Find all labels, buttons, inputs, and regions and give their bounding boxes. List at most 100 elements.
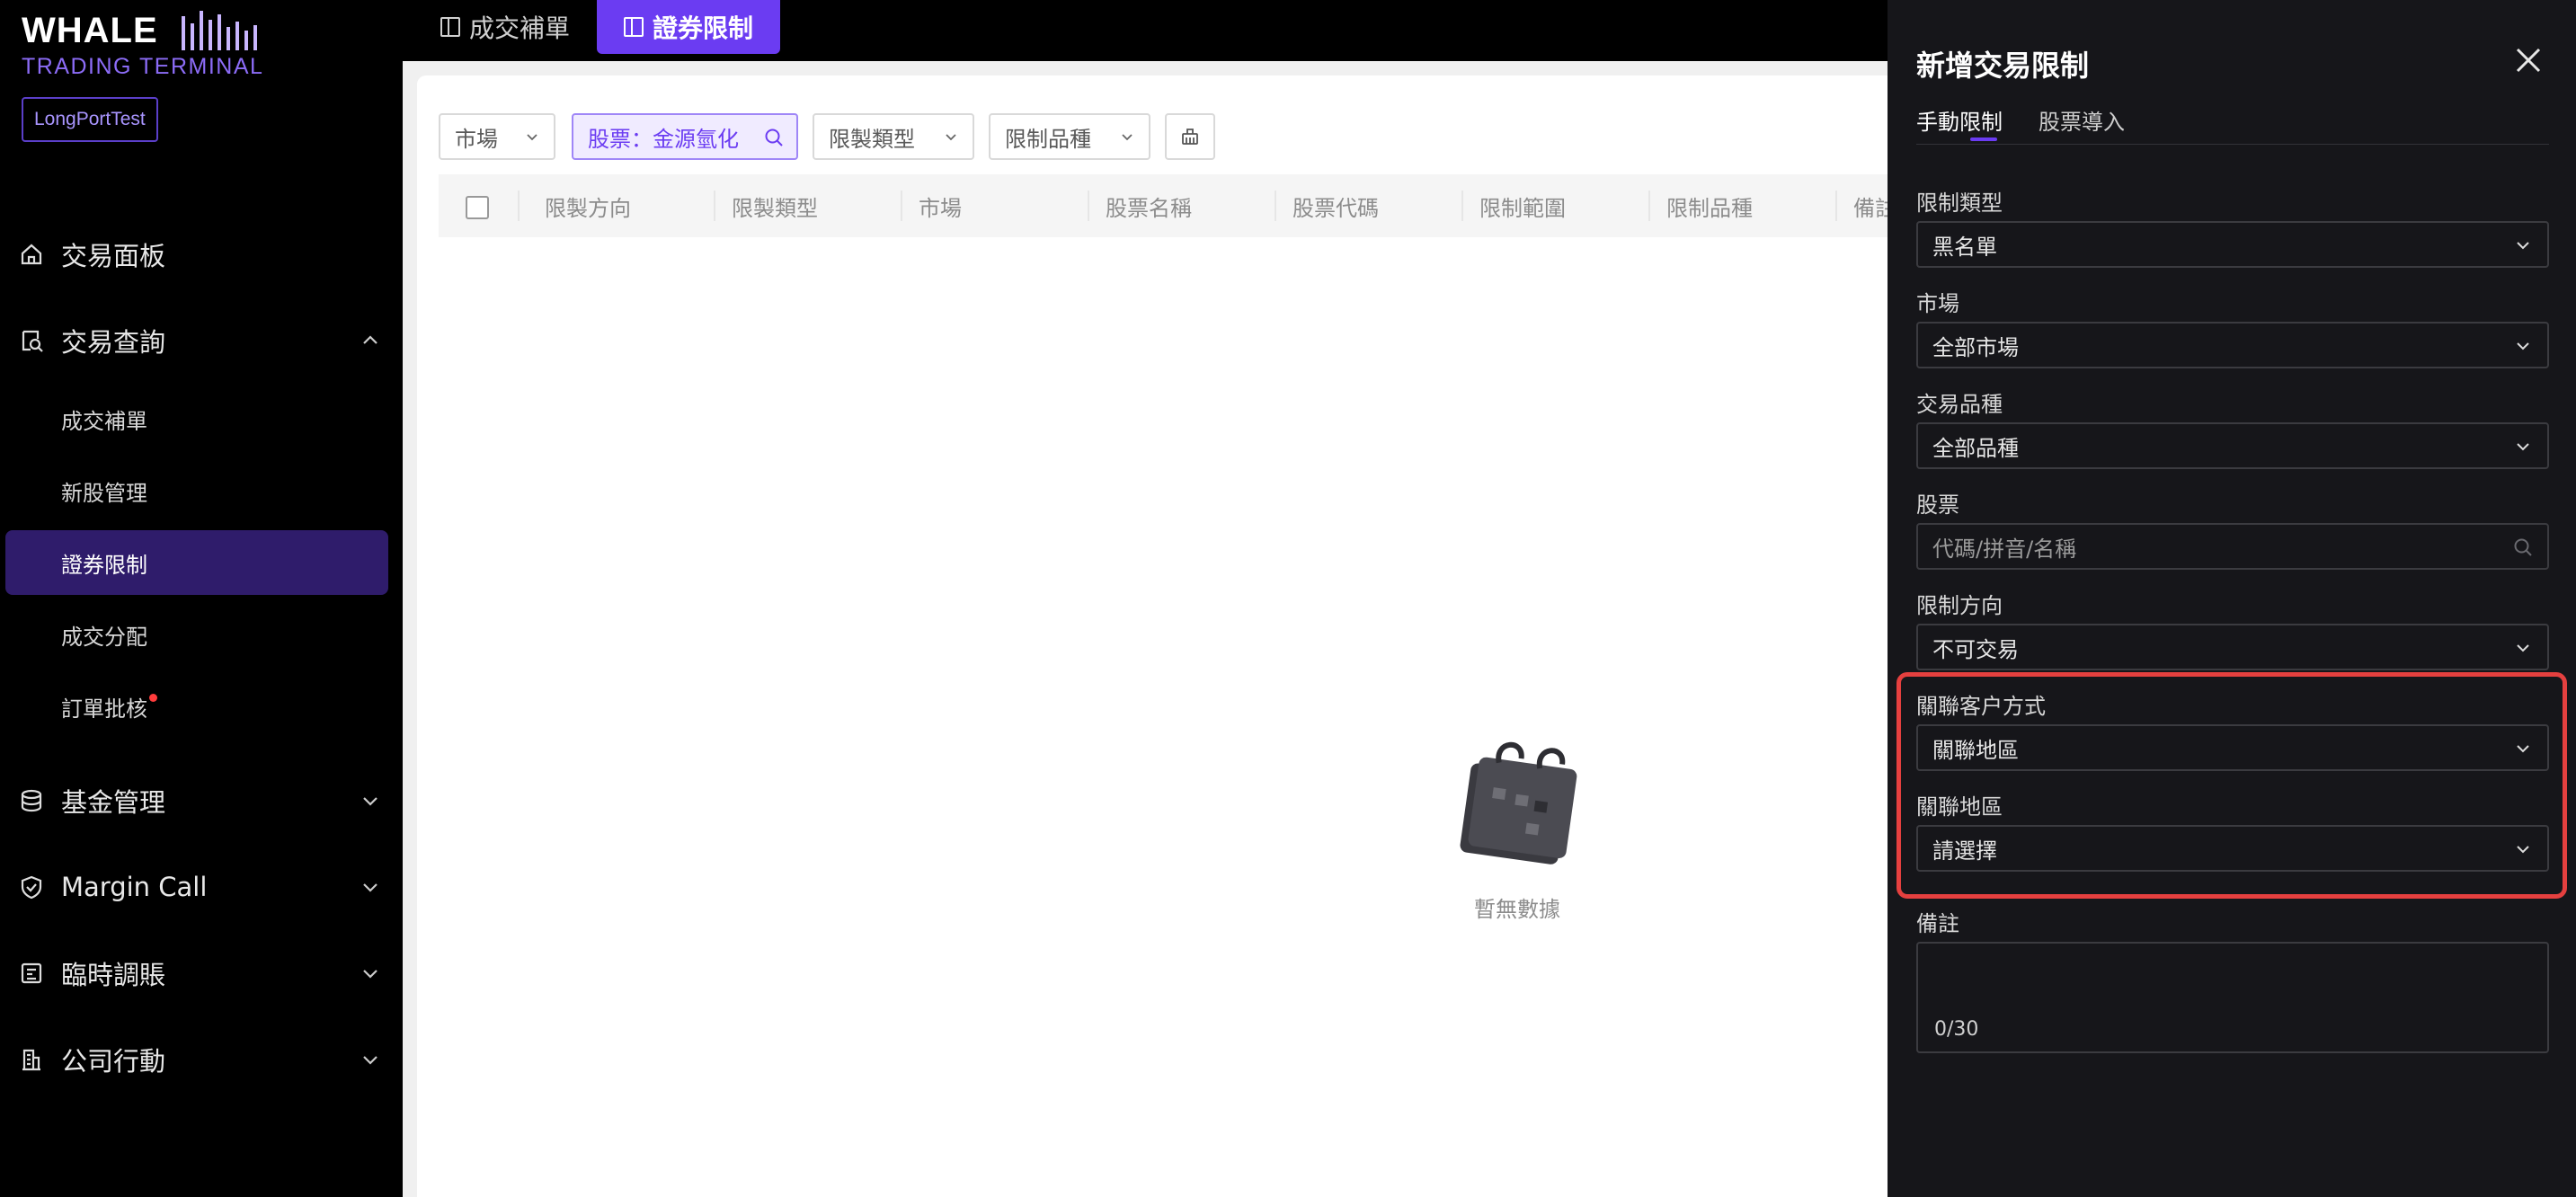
active-tab-indicator bbox=[1970, 137, 1997, 141]
market-label: 市場 bbox=[1916, 291, 1959, 316]
tab-page-icon bbox=[440, 17, 460, 37]
restrict-type-select[interactable]: 黑名單 bbox=[1916, 221, 2549, 268]
remark-textarea[interactable]: 0/30 bbox=[1916, 942, 2549, 1053]
market-filter-label: 市場 bbox=[455, 126, 498, 152]
sidebar-item-corporate-action[interactable]: 公司行動 bbox=[0, 1028, 395, 1091]
database-icon bbox=[18, 787, 45, 814]
chevron-down-icon bbox=[2517, 745, 2529, 753]
direction-select[interactable]: 不可交易 bbox=[1916, 624, 2549, 670]
notification-dot bbox=[149, 694, 157, 702]
chevron-down-icon bbox=[1122, 134, 1133, 141]
column-header[interactable]: 限制範圍 bbox=[1479, 174, 1566, 237]
chevron-down-icon bbox=[363, 970, 378, 979]
column-divider bbox=[901, 191, 902, 221]
restrict-type-filter[interactable]: 限製類型 bbox=[813, 113, 974, 160]
chevron-up-icon bbox=[363, 335, 378, 344]
tab-fill-order[interactable]: 成交補單 bbox=[440, 0, 570, 54]
sidebar-subitem-fill-order[interactable]: 成交補單 bbox=[5, 386, 388, 451]
restrict-product-filter[interactable]: 限制品種 bbox=[989, 113, 1150, 160]
close-icon[interactable] bbox=[2513, 45, 2544, 75]
sidebar-item-fund-management[interactable]: 基金管理 bbox=[0, 769, 395, 832]
column-header[interactable]: 股票代碼 bbox=[1292, 174, 1379, 237]
tab-manual-restriction[interactable]: 手動限制 bbox=[1916, 104, 2003, 136]
tab-page-icon bbox=[624, 17, 644, 37]
restrict-type-filter-label: 限製類型 bbox=[829, 126, 915, 152]
column-header[interactable]: 限製類型 bbox=[732, 174, 818, 237]
product-value: 全部品種 bbox=[1932, 435, 2019, 461]
search-doc-icon bbox=[18, 327, 45, 354]
column-divider bbox=[1275, 191, 1276, 221]
market-select[interactable]: 全部市場 bbox=[1916, 322, 2549, 368]
column-divider bbox=[518, 191, 520, 221]
stock-filter[interactable]: 股票：金源氫化 bbox=[572, 113, 798, 160]
main-content: 市場 股票：金源氫化 限製類型 限制品種 限製方向 限製類型 市場 股票名稱 股… bbox=[403, 61, 1945, 1197]
column-divider bbox=[1648, 191, 1650, 221]
sidebar-subitem-label: 證券限制 bbox=[61, 552, 147, 578]
region-select[interactable]: 請選擇 bbox=[1916, 825, 2549, 872]
sidebar-subitem-label: 成交分配 bbox=[61, 624, 147, 650]
empty-state-text: 暫無數據 bbox=[1474, 897, 1560, 922]
logo-bars-icon bbox=[182, 9, 257, 50]
sidebar-item-label: 交易查詢 bbox=[61, 327, 166, 358]
clear-filters-button[interactable] bbox=[1165, 113, 1215, 160]
client-link-method-select[interactable]: 關聯地區 bbox=[1916, 724, 2549, 771]
sidebar-item-margin-call[interactable]: Margin Call bbox=[0, 856, 395, 918]
remark-label: 備註 bbox=[1916, 911, 1959, 936]
column-divider bbox=[1461, 191, 1463, 221]
brand-logo: WHALE TRADING TERMINAL bbox=[22, 9, 263, 80]
select-all-checkbox[interactable] bbox=[466, 196, 489, 219]
sidebar-item-temp-adjustment[interactable]: 臨時調賬 bbox=[0, 942, 395, 1005]
sidebar-subitem-label: 訂單批核 bbox=[61, 696, 147, 722]
tab-divider bbox=[1916, 144, 2549, 145]
table-header: 限製方向 限製類型 市場 股票名稱 股票代碼 限制範圍 限制品種 備註 bbox=[439, 174, 1945, 237]
page-tabbar: 成交補單 證券限制 bbox=[403, 0, 1888, 61]
market-filter[interactable]: 市場 bbox=[439, 113, 555, 160]
brand-subtitle: TRADING TERMINAL bbox=[22, 54, 264, 79]
org-badge[interactable]: LongPortTest bbox=[22, 97, 158, 142]
column-header[interactable]: 限製方向 bbox=[545, 174, 631, 237]
sidebar-item-label: 公司行動 bbox=[61, 1046, 166, 1077]
clear-icon bbox=[1182, 129, 1198, 145]
market-value: 全部市場 bbox=[1932, 334, 2019, 360]
drawer-title: 新增交易限制 bbox=[1916, 49, 2090, 83]
chevron-down-icon bbox=[2517, 342, 2529, 350]
empty-box-icon bbox=[1460, 741, 1577, 864]
tab-stock-import[interactable]: 股票導入 bbox=[2039, 104, 2125, 136]
chevron-down-icon bbox=[363, 883, 378, 892]
restrict-type-value: 黑名單 bbox=[1932, 234, 1997, 260]
chevron-down-icon bbox=[2517, 443, 2529, 451]
content-card: 市場 股票：金源氫化 限製類型 限制品種 限製方向 限製類型 市場 股票名稱 股… bbox=[417, 75, 1945, 1197]
home-icon bbox=[18, 241, 45, 268]
building-icon bbox=[18, 1046, 45, 1073]
column-header[interactable]: 股票名稱 bbox=[1106, 174, 1192, 237]
chevron-down-icon bbox=[2517, 846, 2529, 854]
product-select[interactable]: 全部品種 bbox=[1916, 422, 2549, 469]
client-link-method-label: 關聯客户方式 bbox=[1916, 694, 2046, 719]
client-link-method-value: 關聯地區 bbox=[1932, 737, 2019, 763]
stock-search-input[interactable]: 代碼/拼音/名稱 bbox=[1916, 523, 2549, 570]
chevron-down-icon bbox=[363, 797, 378, 806]
sidebar-subitem-order-approval[interactable]: 訂單批核 bbox=[5, 674, 388, 739]
sidebar-subitem-label: 成交補單 bbox=[61, 408, 147, 434]
column-header[interactable]: 限制品種 bbox=[1666, 174, 1753, 237]
sidebar-subitem-ipo[interactable]: 新股管理 bbox=[5, 458, 388, 523]
sidebar-item-trade-query[interactable]: 交易查詢 bbox=[0, 309, 395, 372]
chevron-down-icon bbox=[2517, 644, 2529, 652]
sidebar-subitem-security-restriction[interactable]: 證券限制 bbox=[5, 530, 388, 595]
chevron-down-icon bbox=[527, 134, 537, 141]
tab-security-restriction[interactable]: 證券限制 bbox=[597, 0, 781, 54]
sidebar-item-label: Margin Call bbox=[61, 872, 208, 902]
remark-char-counter: 0/30 bbox=[1934, 1018, 1979, 1041]
tab-label: 成交補單 bbox=[469, 13, 571, 43]
add-restriction-drawer: 新增交易限制 手動限制 股票導入 限制類型 黑名單 市場 全部市場 交易品種 全… bbox=[1888, 0, 2576, 1197]
sidebar-subitem-label: 新股管理 bbox=[61, 480, 147, 506]
stock-search-placeholder: 代碼/拼音/名稱 bbox=[1932, 536, 2077, 562]
sidebar-item-label: 臨時調賬 bbox=[61, 960, 166, 990]
sidebar-item-trading-panel[interactable]: 交易面板 bbox=[0, 223, 395, 286]
chevron-down-icon bbox=[946, 134, 956, 141]
column-divider bbox=[1835, 191, 1837, 221]
sidebar-subitem-allocation[interactable]: 成交分配 bbox=[5, 602, 388, 667]
search-icon bbox=[2514, 538, 2532, 556]
column-divider bbox=[714, 191, 715, 221]
column-header[interactable]: 市場 bbox=[919, 174, 962, 237]
